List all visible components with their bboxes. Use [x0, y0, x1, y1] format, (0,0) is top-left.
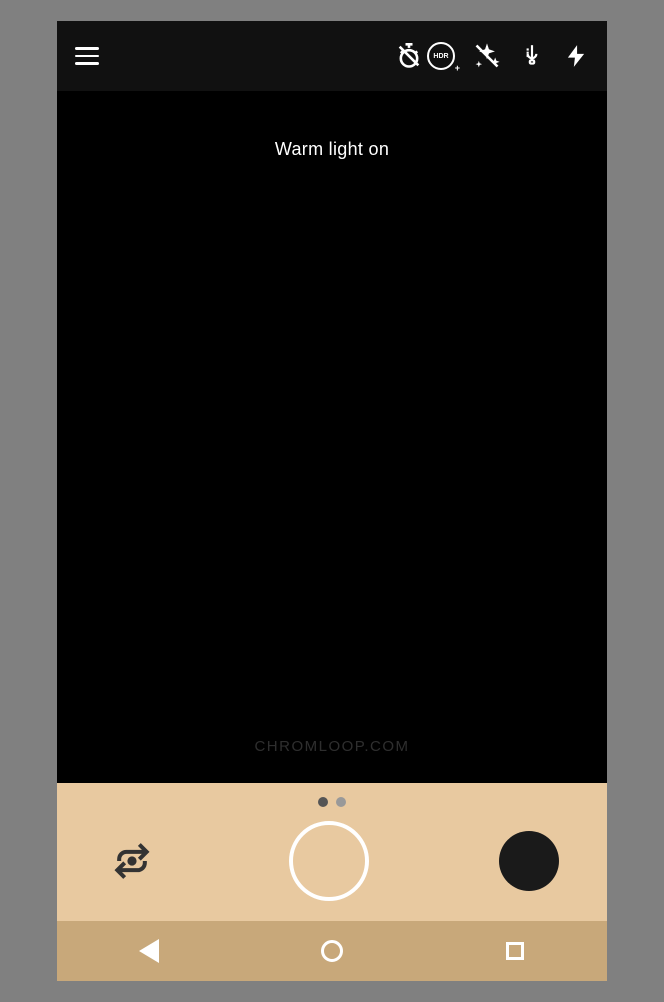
hdr-button[interactable]: HDR + — [427, 42, 455, 70]
recents-button[interactable] — [495, 931, 535, 971]
camera-controls — [57, 783, 607, 921]
controls-row — [57, 821, 607, 901]
back-button[interactable] — [129, 931, 169, 971]
nav-bar — [57, 921, 607, 981]
top-icons: HDR + — [409, 42, 589, 70]
white-balance-button[interactable] — [519, 43, 545, 69]
gallery-button[interactable] — [499, 831, 559, 891]
shutter-button[interactable] — [289, 821, 369, 901]
page-dot-2 — [336, 797, 346, 807]
menu-button[interactable] — [75, 47, 99, 65]
flip-camera-button[interactable] — [105, 834, 159, 888]
effects-button[interactable] — [473, 42, 501, 70]
phone-frame: HDR + — [57, 21, 607, 981]
flash-button[interactable] — [563, 43, 589, 69]
home-button[interactable] — [312, 931, 352, 971]
page-dot-1 — [318, 797, 328, 807]
watermark: CHROMLOOP.COM — [254, 738, 409, 755]
warm-light-indicator: Warm light on — [275, 139, 389, 160]
page-indicator — [318, 797, 346, 807]
top-bar: HDR + — [57, 21, 607, 91]
camera-viewfinder: Warm light on CHROMLOOP.COM — [57, 91, 607, 783]
